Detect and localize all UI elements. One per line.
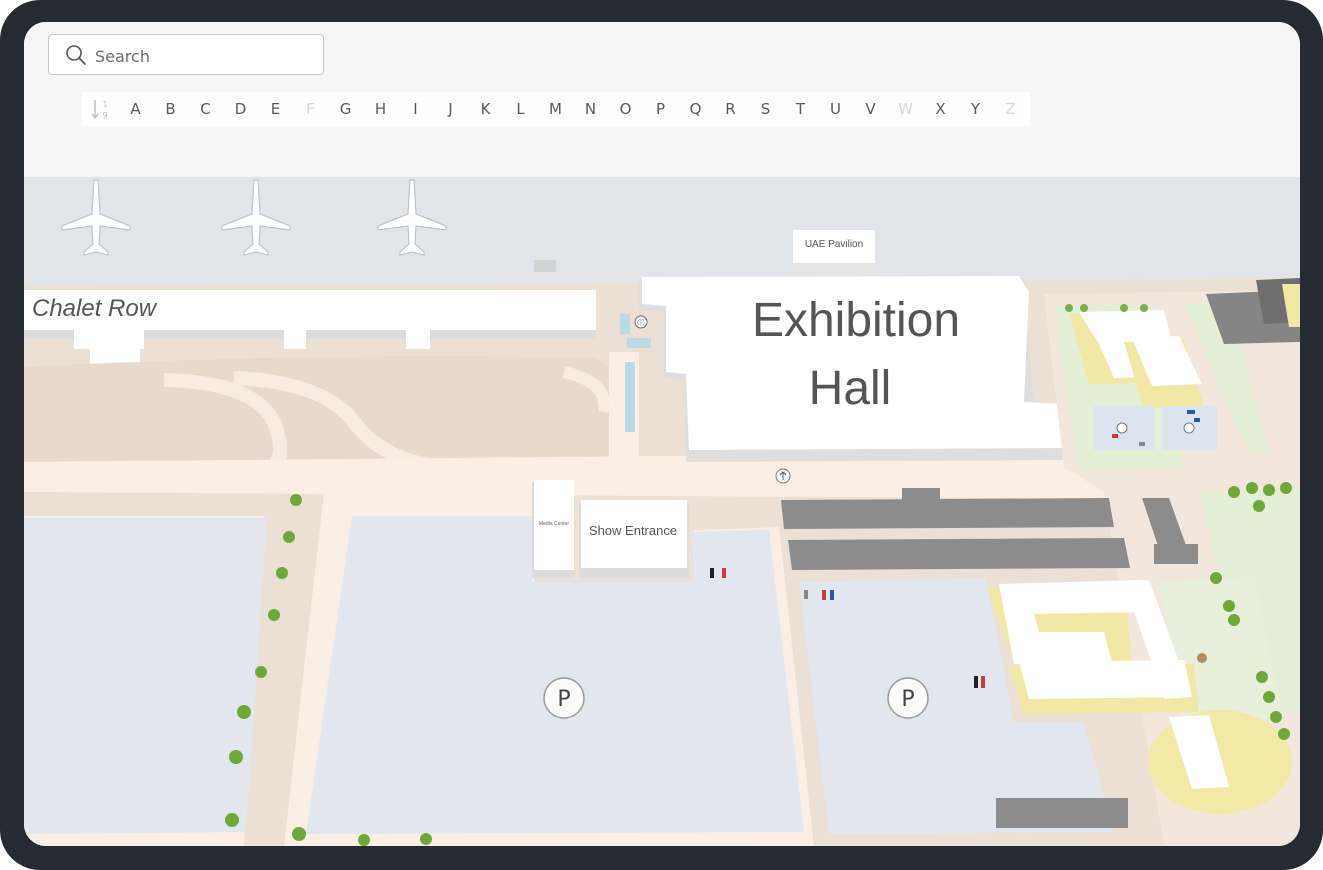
water-feature	[625, 362, 635, 432]
search-input[interactable]	[93, 41, 317, 71]
index-letter-i[interactable]: I	[398, 92, 433, 126]
index-letter-j[interactable]: J	[433, 92, 468, 126]
index-letter-l[interactable]: L	[503, 92, 538, 126]
index-letter-e[interactable]: E	[258, 92, 293, 126]
gray-hangar-building[interactable]	[996, 798, 1128, 828]
index-letter-b[interactable]: B	[153, 92, 188, 126]
index-letter-p[interactable]: P	[643, 92, 678, 126]
index-letter-z: Z	[1005, 100, 1016, 118]
index-letter-v[interactable]: V	[853, 92, 888, 126]
parking-marker-label: P	[557, 687, 570, 712]
index-letter-c[interactable]: C	[188, 92, 223, 126]
alphabet-letters: ABCDEFGHIJKLMNOPQRSTUVWXYZ	[118, 92, 1028, 126]
index-letter-u[interactable]: U	[818, 92, 853, 126]
index-letter-r[interactable]: R	[713, 92, 748, 126]
index-letter-s[interactable]: S	[748, 92, 783, 126]
parking-lot-west[interactable]	[24, 518, 267, 834]
index-letter-t[interactable]: T	[783, 92, 818, 126]
exhibition-hall-building[interactable]: Exhibition Hall	[639, 276, 1074, 462]
parking-marker-east[interactable]: P	[887, 677, 929, 719]
index-letter-g[interactable]: G	[328, 92, 363, 126]
water-feature	[627, 338, 651, 348]
index-letter-x[interactable]: X	[923, 92, 958, 126]
search-icon	[66, 45, 86, 65]
exhibition-hall-label-line2: Hall	[809, 362, 892, 415]
water-feature	[620, 314, 630, 334]
parking-icon[interactable]	[1183, 422, 1195, 434]
index-letter-q[interactable]: Q	[678, 92, 713, 126]
index-letter-n[interactable]: N	[573, 92, 608, 126]
small-structure	[534, 260, 556, 272]
airfield-apron	[24, 177, 1300, 286]
parking-icon[interactable]	[1116, 422, 1128, 434]
search-box[interactable]	[48, 34, 324, 75]
svg-text:1: 1	[102, 100, 107, 109]
uae-pavilion-building[interactable]: UAE Pavilion	[791, 230, 876, 277]
index-letter-a[interactable]: A	[118, 92, 153, 126]
index-letter-w: W	[898, 100, 913, 118]
show-entrance-building[interactable]: Show Entrance	[579, 500, 689, 578]
svg-text:ⓘ: ⓘ	[638, 319, 645, 327]
alphabet-index-bar: 1 9 ABCDEFGHIJKLMNOPQRSTUVWXYZ	[82, 92, 1030, 126]
index-letter-o[interactable]: O	[608, 92, 643, 126]
taxiway-area	[24, 356, 609, 462]
index-letter-y[interactable]: Y	[958, 92, 993, 126]
fountain-icon	[1197, 653, 1207, 663]
index-letter-d[interactable]: D	[223, 92, 258, 126]
device-frame: UAE Pavilion Chalet Row ⓘ Exhibition Hal…	[0, 0, 1323, 870]
svg-text:9: 9	[102, 111, 107, 120]
parking-marker-label: P	[901, 687, 914, 712]
index-letter-h[interactable]: H	[363, 92, 398, 126]
uae-pavilion-label: UAE Pavilion	[805, 239, 863, 250]
venue-map[interactable]: UAE Pavilion Chalet Row ⓘ Exhibition Hal…	[24, 22, 1300, 846]
index-letter-f: F	[306, 100, 315, 118]
exhibition-hall-label-line1: Exhibition	[752, 294, 960, 347]
chalet-row-label: Chalet Row	[32, 295, 158, 322]
map-screen: UAE Pavilion Chalet Row ⓘ Exhibition Hal…	[24, 22, 1300, 846]
index-letter-k[interactable]: K	[468, 92, 503, 126]
media-center-building[interactable]: Media Center	[532, 480, 574, 578]
parking-marker-west[interactable]: P	[543, 677, 585, 719]
sort-numeric-icon[interactable]: 1 9	[90, 97, 112, 121]
show-entrance-label: Show Entrance	[589, 523, 677, 538]
media-center-label: Media Center	[539, 521, 569, 527]
index-letter-m[interactable]: M	[538, 92, 573, 126]
